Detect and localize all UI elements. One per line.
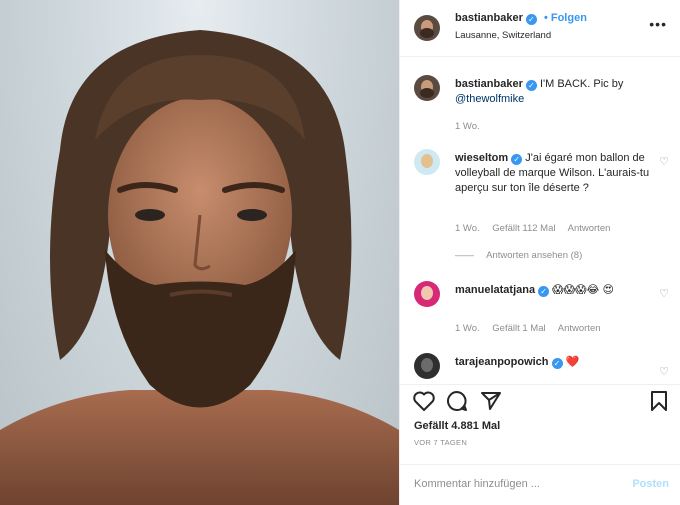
comment-author[interactable]: manuelatatjana	[455, 284, 535, 296]
comment-bubble-icon[interactable]	[446, 390, 468, 412]
comment-item: tarajeanpopowich ✓ ❤️ ♡	[414, 353, 669, 384]
comment-age: 1 Wo.	[455, 323, 480, 334]
post-actions: Gefällt 4.881 Mal VOR 7 TAGEN	[400, 384, 680, 452]
post-date[interactable]: VOR 7 TAGEN	[414, 438, 467, 447]
post-side-panel: bastianbaker ✓ • Folgen Lausanne, Switzer…	[399, 0, 680, 505]
comment-meta: 1 Wo. Gefällt 112 Mal Antworten	[455, 223, 620, 234]
comments-list: bastianbaker ✓ I'M BACK. Pic by @thewolfm…	[400, 57, 680, 384]
caption: bastianbaker ✓ I'M BACK. Pic by @thewolfm…	[414, 75, 669, 135]
caption-author[interactable]: bastianbaker	[455, 78, 523, 90]
comment-likes[interactable]: Gefällt 112 Mal	[492, 223, 555, 234]
comment-body: 😱😱😱😂 😍	[552, 284, 614, 296]
save-bookmark-icon[interactable]	[649, 390, 669, 412]
like-heart-icon[interactable]	[412, 390, 436, 412]
avatar[interactable]	[414, 149, 440, 175]
avatar[interactable]	[414, 15, 440, 41]
post-comment-button[interactable]: Posten	[632, 478, 669, 490]
avatar[interactable]	[414, 75, 440, 101]
comment-like-heart-icon[interactable]: ♡	[659, 287, 669, 300]
comment-like-heart-icon[interactable]: ♡	[659, 365, 669, 378]
comment-like-heart-icon[interactable]: ♡	[659, 155, 669, 168]
view-replies-label: Antworten ansehen (8)	[486, 250, 583, 261]
reply-button[interactable]: Antworten	[568, 223, 611, 234]
comment-body: ❤️	[565, 356, 580, 368]
caption-age: 1 Wo.	[455, 121, 480, 132]
verified-badge-icon: ✓	[511, 154, 523, 165]
comment-author[interactable]: wieseltom	[455, 152, 508, 164]
comment-item: manuelatatjana ✓ 😱😱😱😂 😍 ♡ 1 Wo. Gefällt 1…	[414, 281, 669, 341]
follow-label: Folgen	[550, 12, 587, 24]
author-username[interactable]: bastianbaker	[455, 12, 523, 24]
follow-button[interactable]: • Folgen	[544, 12, 587, 24]
verified-badge-icon: ✓	[538, 286, 550, 297]
portrait-illustration	[0, 30, 399, 505]
comment-text: wieseltom ✓ J'ai égaré mon ballon de voll…	[455, 151, 655, 196]
reply-button[interactable]: Antworten	[558, 323, 601, 334]
location-link[interactable]: Lausanne, Switzerland	[455, 30, 551, 41]
comment-text: manuelatatjana ✓ 😱😱😱😂 😍	[455, 283, 655, 298]
caption-text: bastianbaker ✓ I'M BACK. Pic by @thewolfm…	[455, 77, 655, 107]
caption-body: I'M BACK. Pic by	[539, 78, 624, 90]
comment-age: 1 Wo.	[455, 223, 480, 234]
post-header: bastianbaker ✓ • Folgen Lausanne, Switzer…	[400, 0, 680, 57]
share-paper-plane-icon[interactable]	[480, 390, 502, 412]
comment-author[interactable]: tarajeanpopowich	[455, 356, 549, 368]
verified-badge-icon: ✓	[551, 358, 563, 369]
caption-mention[interactable]: @thewolfmike	[455, 93, 524, 105]
verified-badge-icon: ✓	[525, 14, 537, 25]
verified-badge-icon: ✓	[525, 80, 537, 91]
comment-item: wieseltom ✓ J'ai égaré mon ballon de voll…	[414, 149, 669, 261]
view-replies-button[interactable]: —— Antworten ansehen (8)	[455, 250, 592, 261]
comment-meta: 1 Wo. Gefällt 1 Mal Antworten	[455, 323, 611, 334]
avatar[interactable]	[414, 353, 440, 379]
comment-text: tarajeanpopowich ✓ ❤️	[455, 355, 655, 370]
post-photo[interactable]	[0, 0, 399, 505]
comment-input[interactable]: Kommentar hinzufügen ...	[414, 478, 540, 490]
comment-likes[interactable]: Gefällt 1 Mal	[492, 323, 545, 334]
more-options-icon[interactable]: •••	[649, 16, 667, 32]
likes-count[interactable]: Gefällt 4.881 Mal	[414, 420, 500, 432]
avatar[interactable]	[414, 281, 440, 307]
caption-meta: 1 Wo.	[455, 121, 490, 132]
comment-composer: Kommentar hinzufügen ... Posten	[400, 464, 680, 505]
